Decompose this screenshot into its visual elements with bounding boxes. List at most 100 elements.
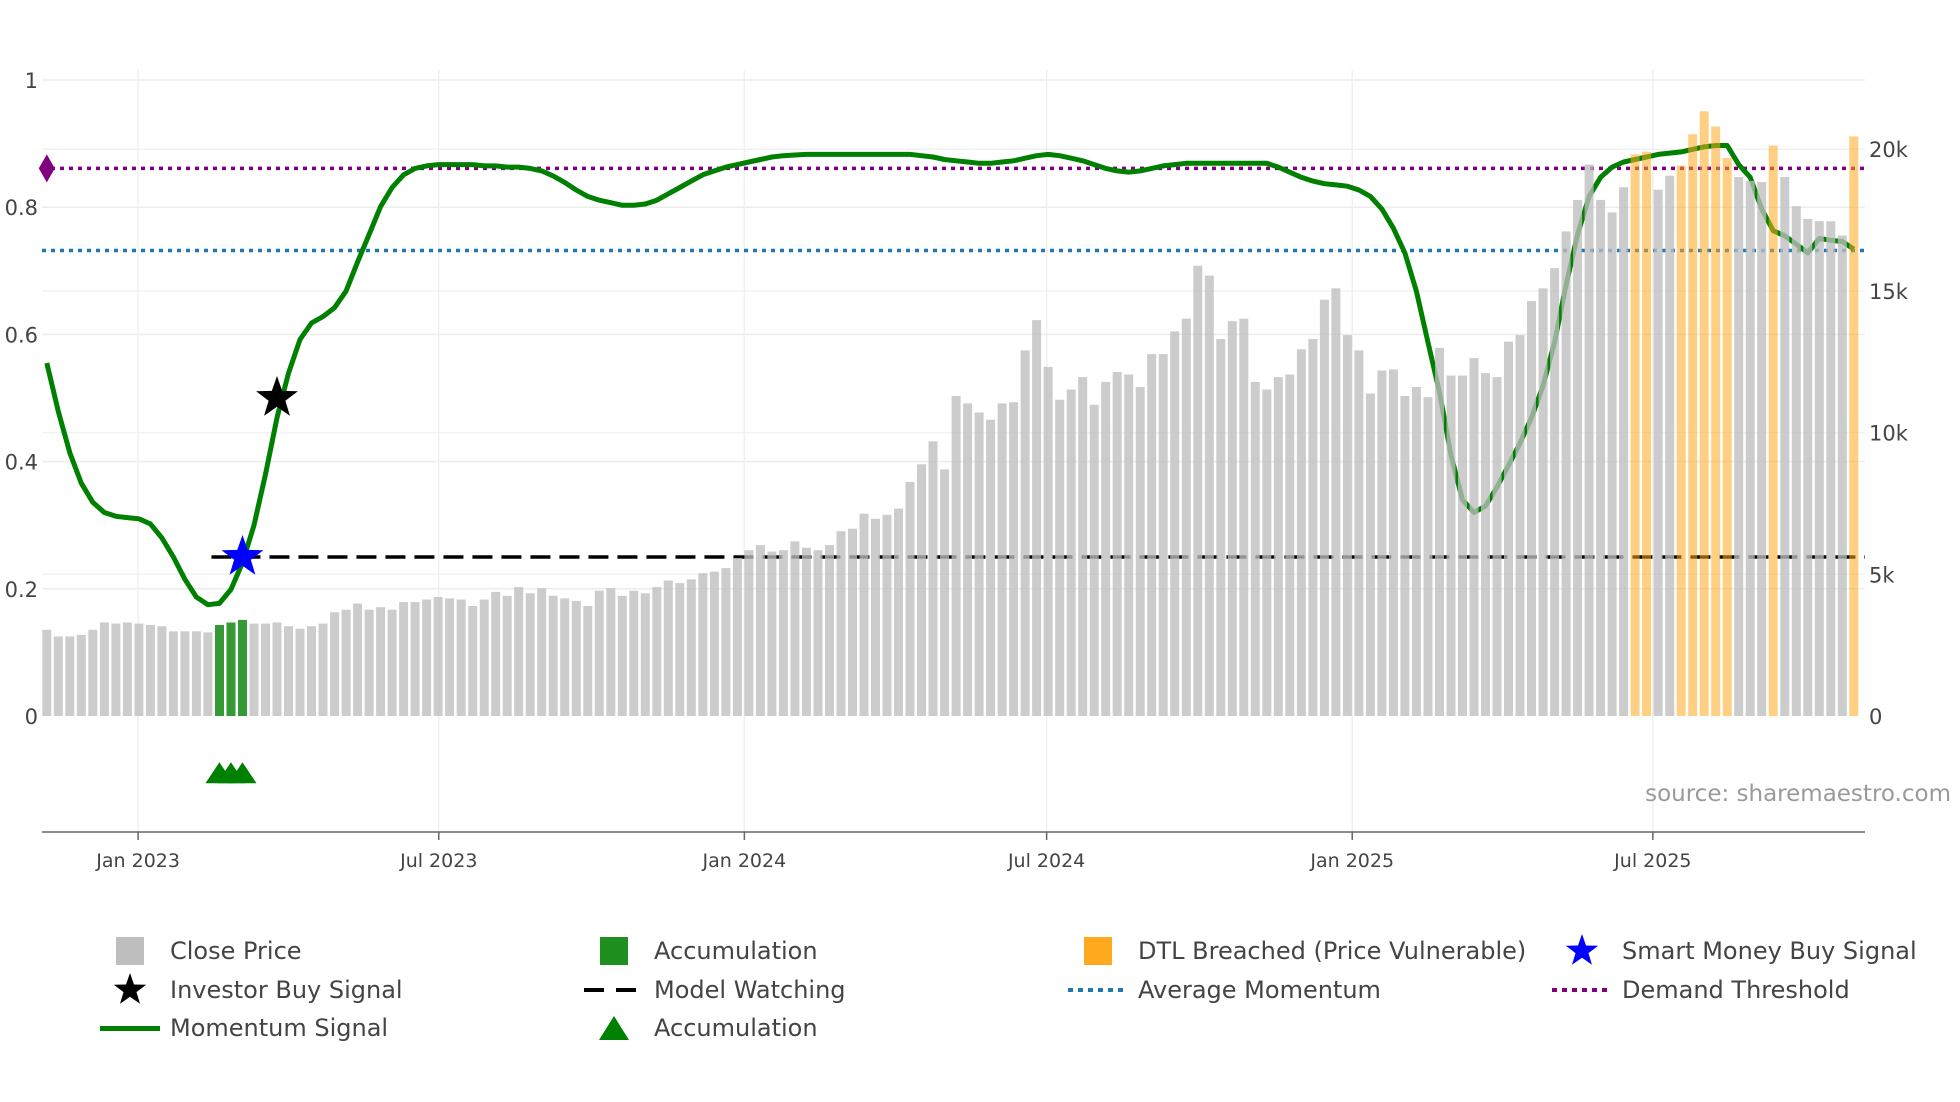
close-price-bar <box>353 603 363 716</box>
close-price-bar <box>790 541 800 716</box>
close-price-bar <box>859 513 869 716</box>
gray-square-icon <box>100 933 160 969</box>
legend-dtl-breached[interactable]: DTL Breached (Price Vulnerable) <box>1068 933 1526 969</box>
close-price-bar <box>917 464 926 716</box>
right-tick-label: 20k <box>1869 138 1909 162</box>
x-tick-label: Jan 2023 <box>95 850 180 872</box>
close-price-bar <box>1538 288 1548 716</box>
left-tick-label: 0.6 <box>5 323 38 347</box>
close-price-bar <box>1319 299 1329 716</box>
close-price-bar <box>468 606 478 716</box>
green-square-icon <box>584 933 644 969</box>
close-price-bar <box>686 579 696 716</box>
legend-accumulation-marker[interactable]: Accumulation <box>584 1010 818 1046</box>
close-price-bar <box>698 573 708 716</box>
legend-model-watching[interactable]: Model Watching <box>584 972 846 1008</box>
dtl-breached-bar <box>1688 134 1698 716</box>
close-price-bar <box>1354 350 1364 716</box>
close-price-bar <box>1492 377 1502 716</box>
close-price-bar <box>1147 354 1157 716</box>
demand-threshold-diamond-marker <box>38 154 55 183</box>
close-price-bar <box>1204 275 1214 716</box>
blue-star-icon <box>1552 933 1612 969</box>
close-price-bar <box>813 550 823 716</box>
close-price-bar <box>330 612 340 716</box>
dashed-line-icon <box>584 972 644 1008</box>
close-price-bar <box>410 602 420 716</box>
close-price-bar <box>1216 339 1226 716</box>
close-price-bar <box>1780 177 1790 716</box>
close-price-bar <box>721 568 731 716</box>
close-price-bar <box>1527 301 1536 716</box>
close-price-bar <box>180 631 190 716</box>
legend-demand-threshold[interactable]: Demand Threshold <box>1552 972 1850 1008</box>
close-price-bar <box>525 593 535 716</box>
close-price-bar <box>940 469 950 716</box>
legend-smart-money-buy-signal[interactable]: Smart Money Buy Signal <box>1552 933 1917 969</box>
close-price-bar <box>1273 377 1283 716</box>
close-price-bar <box>778 550 788 716</box>
close-price-bar <box>663 580 673 716</box>
close-price-bar <box>755 545 765 716</box>
close-price-bar <box>1124 374 1134 716</box>
close-price-bar <box>583 606 593 716</box>
close-price-bar <box>1193 265 1203 716</box>
close-price-bar <box>732 557 742 716</box>
close-price-bar <box>318 623 328 716</box>
dtl-breached-bar <box>1630 154 1640 717</box>
close-price-bar <box>825 545 834 716</box>
close-price-bar <box>629 590 639 716</box>
close-price-bar <box>134 623 144 716</box>
close-price-bar <box>1423 397 1433 716</box>
x-tick-label: Jan 2024 <box>702 850 787 872</box>
legend-close-price[interactable]: Close Price <box>100 933 302 969</box>
dtl-breached-bar <box>1722 158 1732 716</box>
legend-label: Momentum Signal <box>170 1014 389 1042</box>
close-price-bar <box>157 626 167 716</box>
legend-label: Average Momentum <box>1138 976 1381 1004</box>
close-price-bar <box>1745 180 1755 716</box>
close-price-bar <box>76 634 86 716</box>
legend-momentum-signal[interactable]: Momentum Signal <box>100 1010 388 1046</box>
close-price-bar <box>376 607 386 716</box>
green-line-icon <box>100 1010 160 1046</box>
legend-investor-buy-signal[interactable]: Investor Buy Signal <box>100 972 403 1008</box>
accumulation-bar <box>238 619 247 716</box>
close-price-bar <box>997 403 1007 716</box>
close-price-bar <box>1607 212 1617 716</box>
blue-dotted-line-icon <box>1068 972 1128 1008</box>
dtl-breached-bar <box>1676 165 1686 717</box>
close-price-bar <box>284 626 293 716</box>
right-tick-label: 10k <box>1869 422 1909 446</box>
close-price-bar <box>1043 366 1053 716</box>
close-price-bar <box>65 636 75 716</box>
close-price-bar <box>1285 374 1295 716</box>
close-price-bar <box>652 587 662 716</box>
close-price-bar <box>882 514 892 716</box>
close-price-bar <box>1584 164 1594 716</box>
close-price-bar <box>1791 206 1801 716</box>
close-price-bar <box>928 441 938 716</box>
close-price-bar <box>1411 387 1421 716</box>
close-price-bar <box>640 593 650 716</box>
close-price-bar <box>445 598 455 716</box>
close-price-bar <box>422 599 432 716</box>
close-price-bar <box>53 636 63 716</box>
close-price-bar <box>1135 387 1145 716</box>
close-price-bar <box>341 609 351 716</box>
close-price-bar <box>848 528 857 716</box>
close-price-bar <box>974 412 984 716</box>
legend-accumulation-bar[interactable]: Accumulation <box>584 933 818 969</box>
orange-square-icon <box>1068 933 1128 969</box>
black-star-icon <box>100 972 160 1008</box>
legend-average-momentum[interactable]: Average Momentum <box>1068 972 1381 1008</box>
x-tick-label: Jan 2025 <box>1309 850 1394 872</box>
close-price-bar <box>479 599 489 716</box>
close-price-bar <box>433 597 443 716</box>
close-price-bar <box>1596 199 1606 716</box>
close-price-bar <box>606 588 616 716</box>
close-price-bar <box>203 632 213 716</box>
left-tick-label: 1 <box>25 69 38 93</box>
close-price-bar <box>905 481 915 716</box>
close-price-bar <box>295 628 305 716</box>
